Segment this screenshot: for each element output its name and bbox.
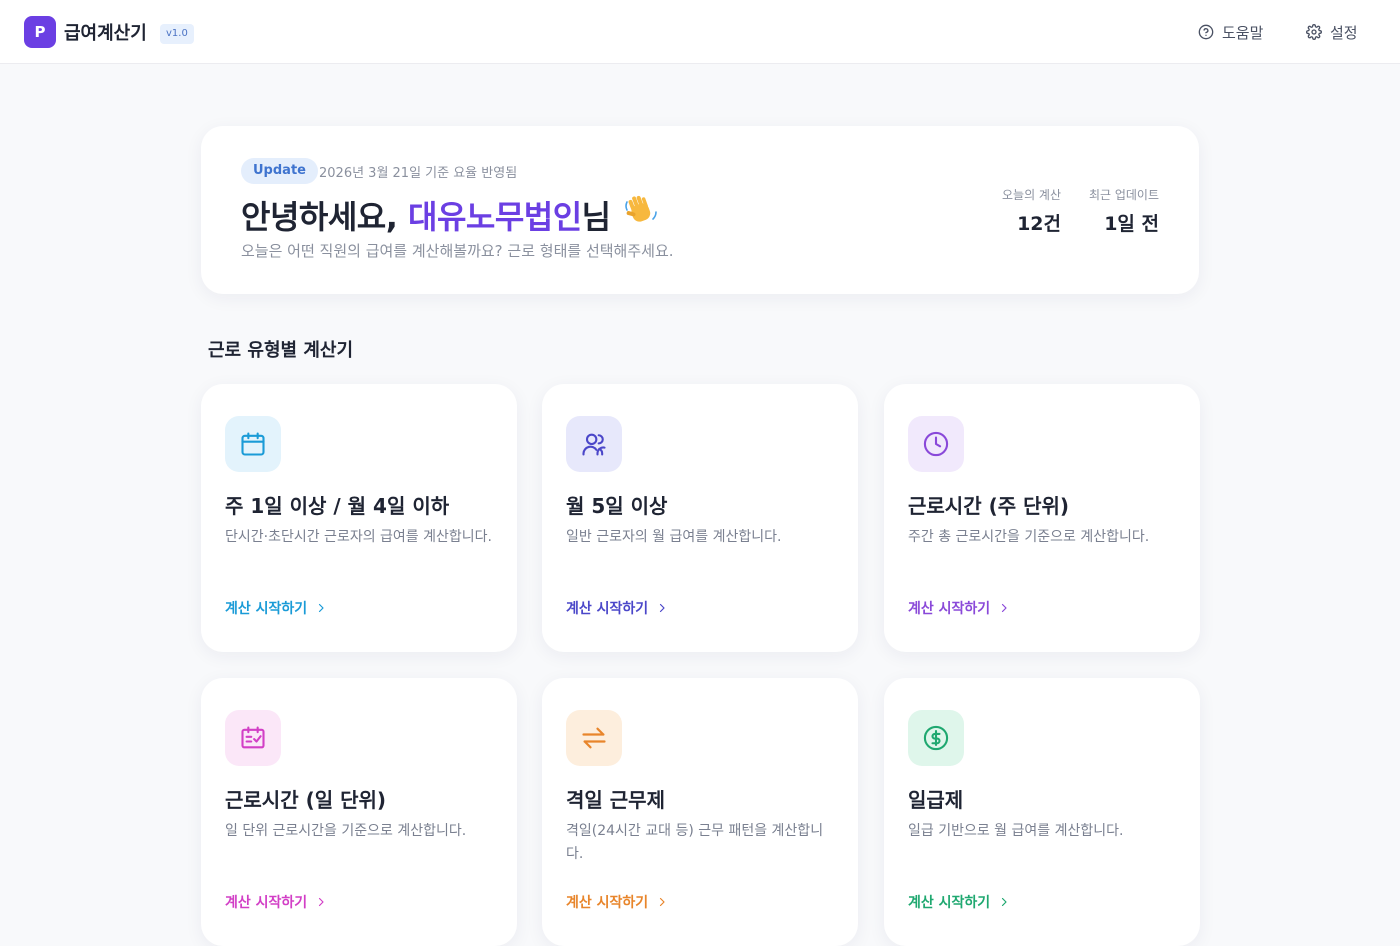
top-bar: P 급여계산기 v1.0 도움말 설정: [0, 0, 1400, 64]
calculator-card-daily-wage[interactable]: 일급제 일급 기반으로 월 급여를 계산합니다. 계산 시작하기: [884, 678, 1200, 946]
card-icon-box: [908, 710, 964, 766]
org-name: 대유노무법인: [408, 198, 582, 236]
help-button[interactable]: 도움말: [1198, 20, 1263, 44]
chevron-right-icon: [660, 897, 665, 907]
hero-subtitle: 오늘은 어떤 직원의 급여를 계산해볼까요? 근로 형태를 선택해주세요.: [241, 242, 674, 260]
help-label: 도움말: [1222, 23, 1264, 42]
chevron-right-icon: [1002, 603, 1007, 613]
calendar-icon: [241, 432, 265, 456]
card-title: 격일 근무제: [566, 788, 665, 812]
start-calculation-link[interactable]: 계산 시작하기: [566, 892, 668, 912]
card-icon-box: [566, 416, 622, 472]
card-icon-box: [908, 416, 964, 472]
stat-today-calculations: 오늘의 계산 12건: [1002, 186, 1061, 236]
stat-last-update: 최근 업데이트 1일 전: [1089, 186, 1159, 236]
calculator-card-short-time[interactable]: 주 1일 이상 / 월 4일 이하 단시간·초단시간 근로자의 급여를 계산합니…: [201, 384, 517, 652]
clock-icon: [923, 431, 949, 457]
card-title: 근로시간 (주 단위): [908, 494, 1070, 518]
link-label: 계산 시작하기: [225, 895, 308, 911]
card-title: 근로시간 (일 단위): [225, 788, 387, 812]
section-title: 근로 유형별 계산기: [208, 340, 354, 361]
start-calculation-link[interactable]: 계산 시작하기: [908, 892, 1010, 912]
waving-hand-icon: [623, 193, 659, 237]
calendar-check-icon: [241, 726, 265, 749]
stat-value: 1일 전: [1104, 213, 1159, 235]
link-label: 계산 시작하기: [908, 601, 991, 617]
calculator-card-alternate-day[interactable]: 격일 근무제 격일(24시간 교대 등) 근무 패턴을 계산합니다. 계산 시작…: [542, 678, 858, 946]
stat-label: 최근 업데이트: [1088, 188, 1159, 202]
link-label: 계산 시작하기: [566, 895, 649, 911]
gear-icon: [1306, 24, 1322, 40]
start-calculation-link[interactable]: 계산 시작하기: [566, 598, 668, 618]
app-logo[interactable]: P: [24, 16, 56, 48]
chevron-right-icon: [319, 897, 324, 907]
start-calculation-link[interactable]: 계산 시작하기: [225, 598, 327, 618]
card-title: 월 5일 이상: [566, 494, 668, 518]
greeting-heading: 안녕하세요, 대유노무법인 님: [241, 192, 659, 238]
update-note: 2026년 3월 21일 기준 요율 반영됨: [319, 166, 518, 181]
card-title: 일급제: [908, 788, 964, 812]
settings-label: 설정: [1330, 23, 1358, 42]
start-calculation-link[interactable]: 계산 시작하기: [908, 598, 1010, 618]
card-icon-box: [566, 710, 622, 766]
settings-button[interactable]: 설정: [1306, 20, 1358, 44]
card-description: 일 단위 근로시간을 기준으로 계산합니다.: [225, 823, 467, 839]
chevron-right-icon: [660, 603, 665, 613]
greeting-prefix: 안녕하세요,: [241, 198, 408, 236]
card-description: 단시간·초단시간 근로자의 급여를 계산합니다.: [225, 529, 492, 545]
card-icon-box: [225, 710, 281, 766]
card-description: 일반 근로자의 월 급여를 계산합니다.: [566, 529, 782, 545]
welcome-card: Update 2026년 3월 21일 기준 요율 반영됨 안녕하세요, 대유노…: [201, 126, 1199, 294]
card-icon-box: [225, 416, 281, 472]
link-label: 계산 시작하기: [225, 601, 308, 617]
card-description: 일급 기반으로 월 급여를 계산합니다.: [908, 823, 1124, 839]
card-description: 주간 총 근로시간을 기준으로 계산합니다.: [908, 529, 1150, 545]
stat-label: 오늘의 계산: [1001, 188, 1061, 202]
chevron-right-icon: [1002, 897, 1007, 907]
calculator-card-weekly-hours[interactable]: 근로시간 (주 단위) 주간 총 근로시간을 기준으로 계산합니다. 계산 시작…: [884, 384, 1200, 652]
calculator-card-monthly[interactable]: 월 5일 이상 일반 근로자의 월 급여를 계산합니다. 계산 시작하기: [542, 384, 858, 652]
help-circle-icon: [1198, 24, 1214, 40]
update-badge: Update: [241, 158, 318, 184]
version-badge: v1.0: [160, 24, 194, 44]
dollar-circle-icon: [923, 725, 949, 751]
users-icon: [582, 433, 606, 456]
calculator-card-daily-hours[interactable]: 근로시간 (일 단위) 일 단위 근로시간을 기준으로 계산합니다. 계산 시작…: [201, 678, 517, 946]
stat-value: 12건: [1017, 213, 1061, 235]
app-title: 급여계산기: [64, 23, 147, 44]
start-calculation-link[interactable]: 계산 시작하기: [225, 892, 327, 912]
card-description: 격일(24시간 교대 등) 근무 패턴을 계산합니다.: [566, 823, 824, 862]
card-title: 주 1일 이상 / 월 4일 이하: [225, 494, 450, 518]
greeting-suffix: 님: [581, 198, 611, 236]
link-label: 계산 시작하기: [566, 601, 649, 617]
swap-arrows-icon: [582, 727, 606, 749]
link-label: 계산 시작하기: [908, 895, 991, 911]
chevron-right-icon: [319, 603, 324, 613]
